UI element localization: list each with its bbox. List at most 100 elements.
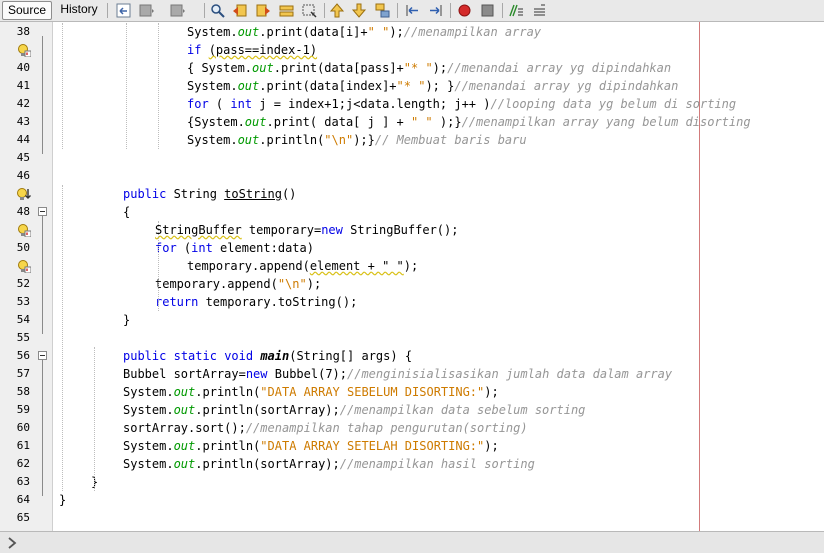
shift-right-icon[interactable]: [428, 3, 443, 18]
code-line[interactable]: 61 System.out.println("DATA ARRAY SETELAH…: [0, 437, 824, 455]
code-line[interactable]: 59 System.out.println(sortArray);//menamp…: [0, 401, 824, 419]
code-token: //menandai array yg dipindahkan: [447, 61, 672, 75]
fold-toggle-icon[interactable]: [38, 207, 47, 216]
warning-bulb-icon[interactable]: [17, 43, 32, 58]
code-token: );: [484, 439, 499, 453]
code-token: //menampilkan array: [403, 25, 542, 39]
code-token: void: [224, 349, 254, 363]
code-line[interactable]: 56 public static void main(String[] args)…: [0, 347, 824, 365]
code-text: System.out.println("DATA ARRAY SETELAH D…: [123, 437, 499, 455]
warning-bulb-icon[interactable]: [17, 259, 32, 274]
code-token: public: [123, 187, 167, 201]
code-line[interactable]: 50 for (int element:data): [0, 239, 824, 257]
next-bookmark-icon[interactable]: [352, 3, 367, 18]
code-line[interactable]: 46: [0, 167, 824, 185]
line-number: 42: [16, 97, 30, 110]
code-line[interactable]: 63}: [0, 473, 824, 491]
toggle-bookmark-icon[interactable]: [375, 3, 390, 18]
code-line[interactable]: 38 System.out.print(data[i]+" ");//menamp…: [0, 23, 824, 41]
tab-source[interactable]: Source: [2, 1, 52, 20]
code-line[interactable]: 64}: [0, 491, 824, 509]
start-macro-icon[interactable]: [457, 3, 472, 18]
line-number: 59: [16, 403, 30, 416]
code-token: out: [173, 439, 196, 453]
toggle-highlight-icon[interactable]: [279, 3, 294, 18]
line-number: 63: [16, 475, 30, 488]
code-text: System.out.println(sortArray);//menampil…: [123, 401, 585, 419]
code-token: String: [166, 187, 225, 201]
line-number: 65: [16, 511, 30, 524]
code-token: if: [187, 43, 202, 57]
find-next-icon[interactable]: [256, 3, 271, 18]
find-selection-icon[interactable]: [210, 3, 225, 18]
code-line[interactable]: 42 for ( int j = index+1;j<data.length; j…: [0, 95, 824, 113]
navigate-back-icon[interactable]: [139, 3, 154, 18]
code-line[interactable]: 45: [0, 149, 824, 167]
code-line[interactable]: 65: [0, 509, 824, 527]
find-previous-icon[interactable]: [232, 3, 247, 18]
shift-left-icon[interactable]: [405, 3, 420, 18]
code-token: temporary.append(: [187, 259, 310, 273]
code-text: { System.out.print(data[pass]+"* ");//me…: [187, 59, 671, 77]
code-line[interactable]: 43 {System.out.print( data[ j ] + " " );}…: [0, 113, 824, 131]
code-token: .println(: [259, 133, 325, 147]
code-line[interactable]: 54}: [0, 311, 824, 329]
code-line[interactable]: 44 System.out.println("\n");}// Membuat b…: [0, 131, 824, 149]
code-line[interactable]: 40 { System.out.print(data[pass]+"* ");//…: [0, 59, 824, 77]
code-token: "\n": [324, 133, 354, 147]
line-number: 44: [16, 133, 30, 146]
tab-history[interactable]: History: [55, 1, 103, 20]
code-token: .println(: [195, 439, 261, 453]
code-text: temporary.append(element + " ");: [187, 257, 418, 275]
code-token: {: [123, 205, 131, 219]
code-line[interactable]: 57 Bubbel sortArray=new Bubbel(7);//mengi…: [0, 365, 824, 383]
code-token: );}: [432, 115, 462, 129]
code-token: int: [191, 241, 213, 255]
code-line[interactable]: if (pass==index-1): [0, 41, 824, 59]
code-token: "DATA ARRAY SEBELUM DISORTING:": [260, 385, 485, 399]
code-token: .println(sortArray);: [195, 457, 340, 471]
code-line[interactable]: temporary.append(element + " ");: [0, 257, 824, 275]
code-token: Bubbel(7);: [267, 367, 347, 381]
bottom-bar: [0, 531, 824, 553]
fold-toggle-icon[interactable]: [38, 351, 47, 360]
code-line[interactable]: 58 System.out.println("DATA ARRAY SEBELUM…: [0, 383, 824, 401]
indent-guide: [158, 23, 160, 149]
code-text: }: [123, 311, 130, 329]
code-line[interactable]: 55: [0, 329, 824, 347]
stop-macro-icon[interactable]: [480, 3, 495, 18]
code-line[interactable]: public String toString(): [0, 185, 824, 203]
line-number: 48: [16, 205, 30, 218]
override-warning-icon[interactable]: [17, 187, 31, 201]
code-line[interactable]: 52 temporary.append("\n");: [0, 275, 824, 293]
code-editor[interactable]: 38 System.out.print(data[i]+" ");//menamp…: [0, 22, 824, 531]
code-line[interactable]: 41 System.out.print(data[index]+"* "); }/…: [0, 77, 824, 95]
code-token: System.: [187, 133, 238, 147]
toggle-rect-select-icon[interactable]: [302, 3, 317, 18]
back-to-last-edit-icon[interactable]: [116, 3, 131, 18]
navigate-forward-icon[interactable]: [170, 3, 185, 18]
code-line[interactable]: 48 {: [0, 203, 824, 221]
code-token: return: [155, 295, 199, 309]
code-token: .print(data[pass]+: [273, 61, 404, 75]
code-token: temporary.append(: [155, 277, 278, 291]
comment-icon[interactable]: [509, 3, 524, 18]
code-token: //menampilkan tahap pengurutan(sorting): [245, 421, 528, 435]
previous-bookmark-icon[interactable]: [330, 3, 345, 18]
code-line[interactable]: 60 sortArray.sort();//menampilkan tahap p…: [0, 419, 824, 437]
code-line[interactable]: StringBuffer temporary=new StringBuffer(…: [0, 221, 824, 239]
warning-bulb-icon[interactable]: [17, 223, 32, 238]
code-text: Bubbel sortArray=new Bubbel(7);//mengini…: [123, 365, 672, 383]
code-line[interactable]: 62 System.out.println(sortArray);//menamp…: [0, 455, 824, 473]
toolbar-separator: [397, 3, 398, 18]
line-number: 43: [16, 115, 30, 128]
code-token: out: [173, 457, 196, 471]
code-token: main: [260, 349, 290, 363]
code-token: //menampilkan array yang belum disorting: [461, 115, 751, 129]
line-number: 41: [16, 79, 30, 92]
uncomment-icon[interactable]: [532, 3, 547, 18]
expand-arrow-icon[interactable]: [6, 536, 20, 550]
code-token: element:data): [212, 241, 314, 255]
code-line[interactable]: 53 return temporary.toString();: [0, 293, 824, 311]
code-text: public String toString(): [123, 185, 296, 203]
